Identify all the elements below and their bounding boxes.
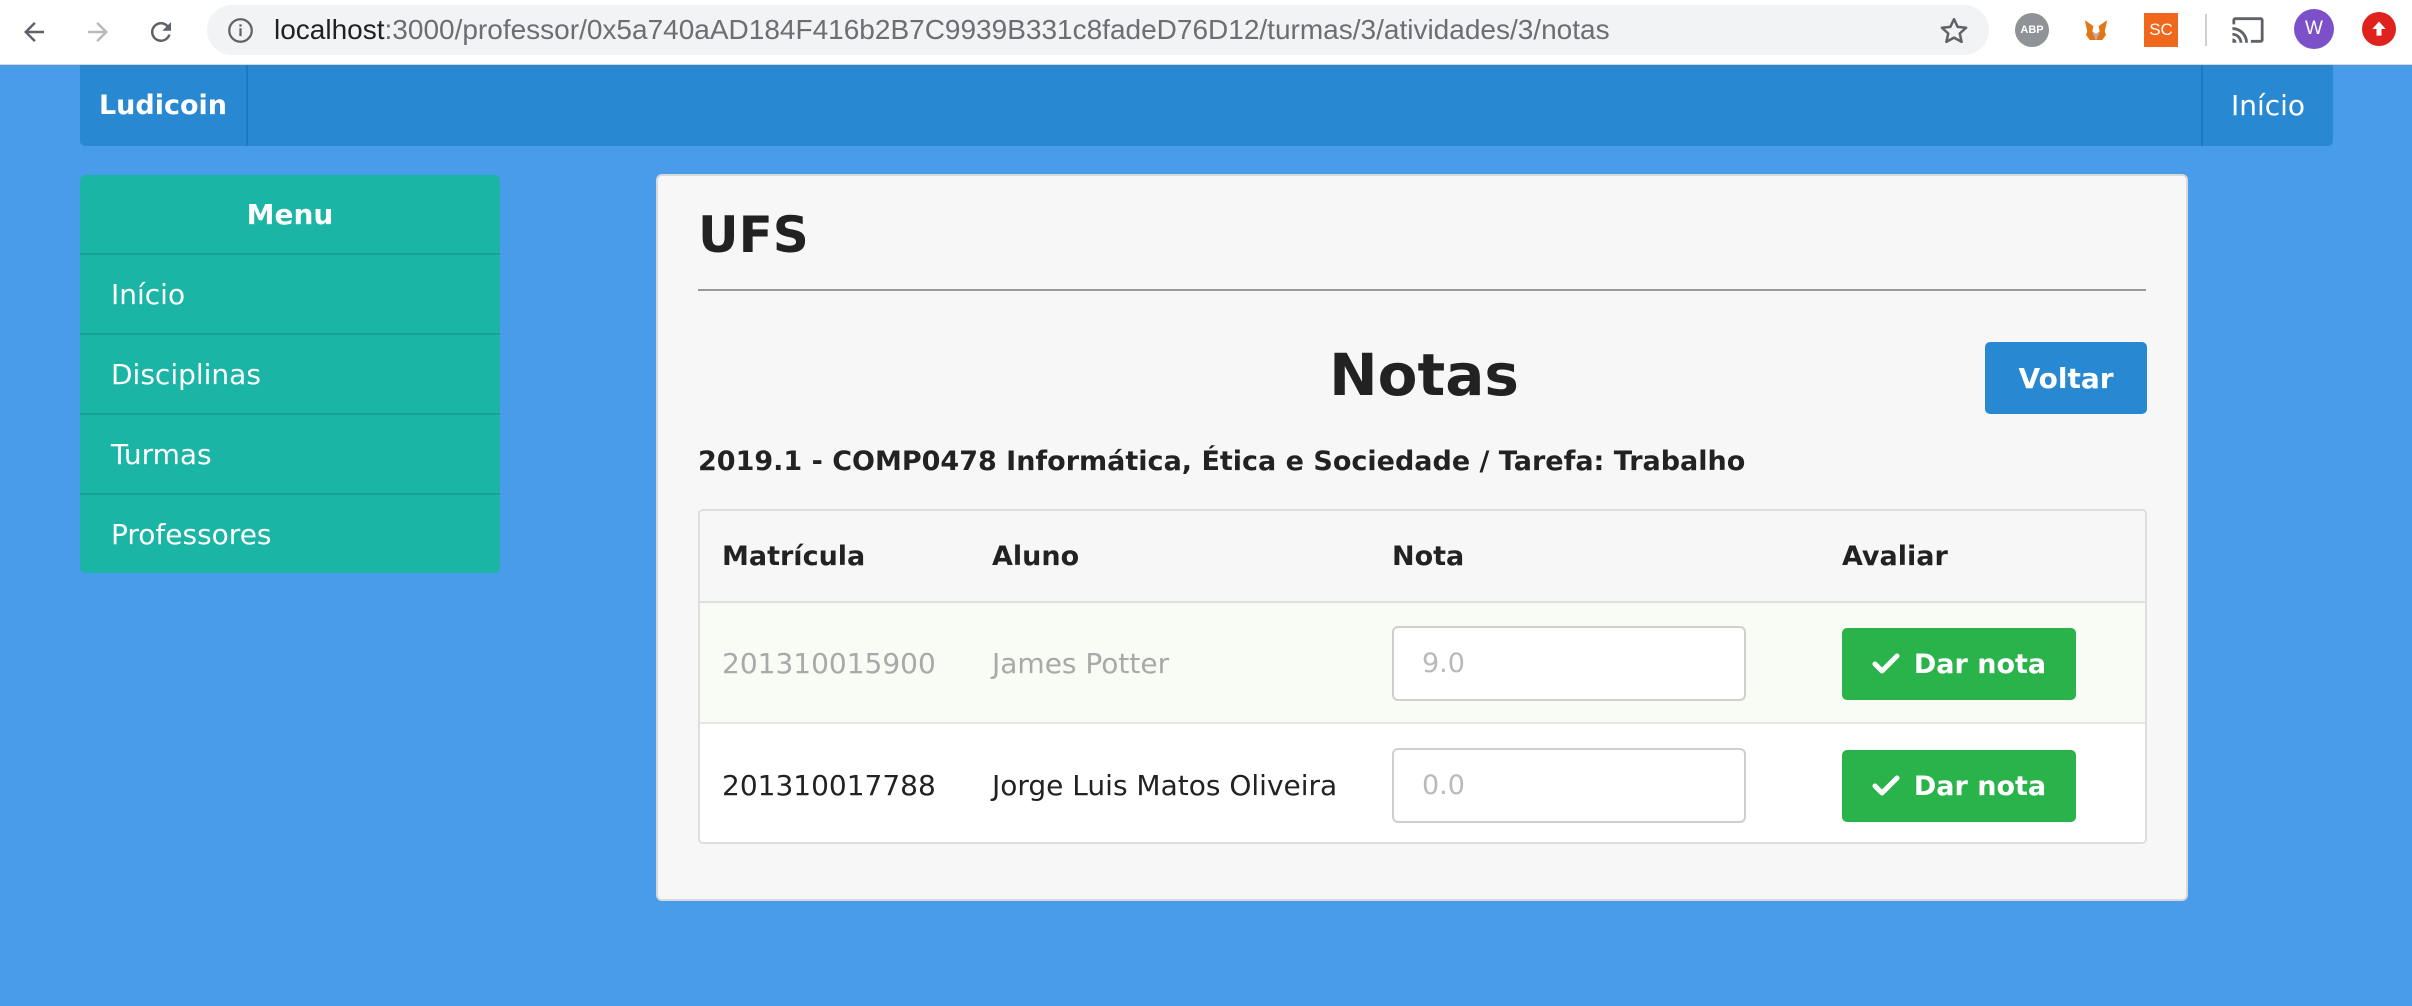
adblock-extension-icon[interactable]: ABP (2015, 13, 2049, 47)
student-id: 201310017788 (722, 769, 936, 802)
header-matricula: Matrícula (722, 541, 866, 572)
activity-subtitle: 2019.1 - COMP0478 Informática, Ética e S… (698, 446, 1746, 477)
page-title: Notas (1329, 341, 1519, 409)
nav-home-link[interactable]: Início (2201, 65, 2333, 146)
sc-extension-icon[interactable]: SC (2144, 13, 2178, 47)
sidebar-item-turmas[interactable]: Turmas (80, 415, 500, 495)
main-panel: UFS Notas Voltar 2019.1 - COMP0478 Infor… (656, 174, 2188, 901)
check-icon (1872, 775, 1900, 796)
bookmark-star-icon[interactable] (1939, 16, 1969, 46)
reload-icon[interactable] (139, 10, 183, 54)
url-path: :3000/professor/0x5a740aAD184F416b2B7C99… (384, 14, 1610, 45)
sidebar-item-disciplinas[interactable]: Disciplinas (80, 335, 500, 415)
info-icon[interactable] (227, 17, 254, 44)
cast-icon[interactable] (2230, 12, 2266, 48)
sidebar-item-inicio[interactable]: Início (80, 255, 500, 335)
header-aluno: Aluno (992, 541, 1080, 572)
institution-title: UFS (698, 206, 809, 264)
table-row: 201310017788 Jorge Luis Matos Oliveira D… (700, 725, 2145, 842)
address-bar[interactable]: localhost:3000/professor/0x5a740aAD184F4… (207, 5, 1989, 55)
title-divider (698, 289, 2146, 291)
give-grade-label: Dar nota (1913, 770, 2047, 802)
toolbar-divider (2205, 14, 2207, 46)
forward-arrow-icon[interactable] (76, 10, 120, 54)
grades-table: Matrícula Aluno Nota Avaliar 20131001590… (698, 509, 2147, 844)
grade-input[interactable] (1392, 748, 1746, 823)
give-grade-button[interactable]: Dar nota (1842, 750, 2076, 822)
give-grade-button[interactable]: Dar nota (1842, 628, 2076, 700)
profile-avatar[interactable]: W (2294, 9, 2334, 49)
sidebar-item-professores[interactable]: Professores (80, 495, 500, 573)
browser-toolbar: localhost:3000/professor/0x5a740aAD184F4… (0, 0, 2412, 65)
url-host: localhost (274, 14, 385, 45)
top-navbar: Ludicoin Início (80, 65, 2333, 146)
sidebar-title: Menu (80, 175, 500, 255)
header-nota: Nota (1392, 541, 1465, 572)
update-arrow-icon[interactable] (2362, 12, 2396, 46)
student-name: James Potter (992, 647, 1170, 680)
grade-input[interactable] (1392, 626, 1746, 701)
back-arrow-icon[interactable] (12, 10, 56, 54)
brand-link[interactable]: Ludicoin (80, 65, 248, 146)
sidebar-menu: Menu Início Disciplinas Turmas Professor… (80, 175, 500, 573)
table-header: Matrícula Aluno Nota Avaliar (700, 511, 2145, 603)
header-avaliar: Avaliar (1842, 541, 1948, 572)
student-id: 201310015900 (722, 647, 936, 680)
metamask-fox-icon[interactable] (2078, 12, 2114, 48)
check-icon (1872, 653, 1900, 674)
table-row: 201310015900 James Potter Dar nota (700, 603, 2145, 724)
student-name: Jorge Luis Matos Oliveira (992, 769, 1338, 802)
give-grade-label: Dar nota (1913, 648, 2047, 680)
url-text[interactable]: localhost:3000/professor/0x5a740aAD184F4… (274, 5, 1610, 55)
back-button[interactable]: Voltar (1985, 342, 2147, 414)
